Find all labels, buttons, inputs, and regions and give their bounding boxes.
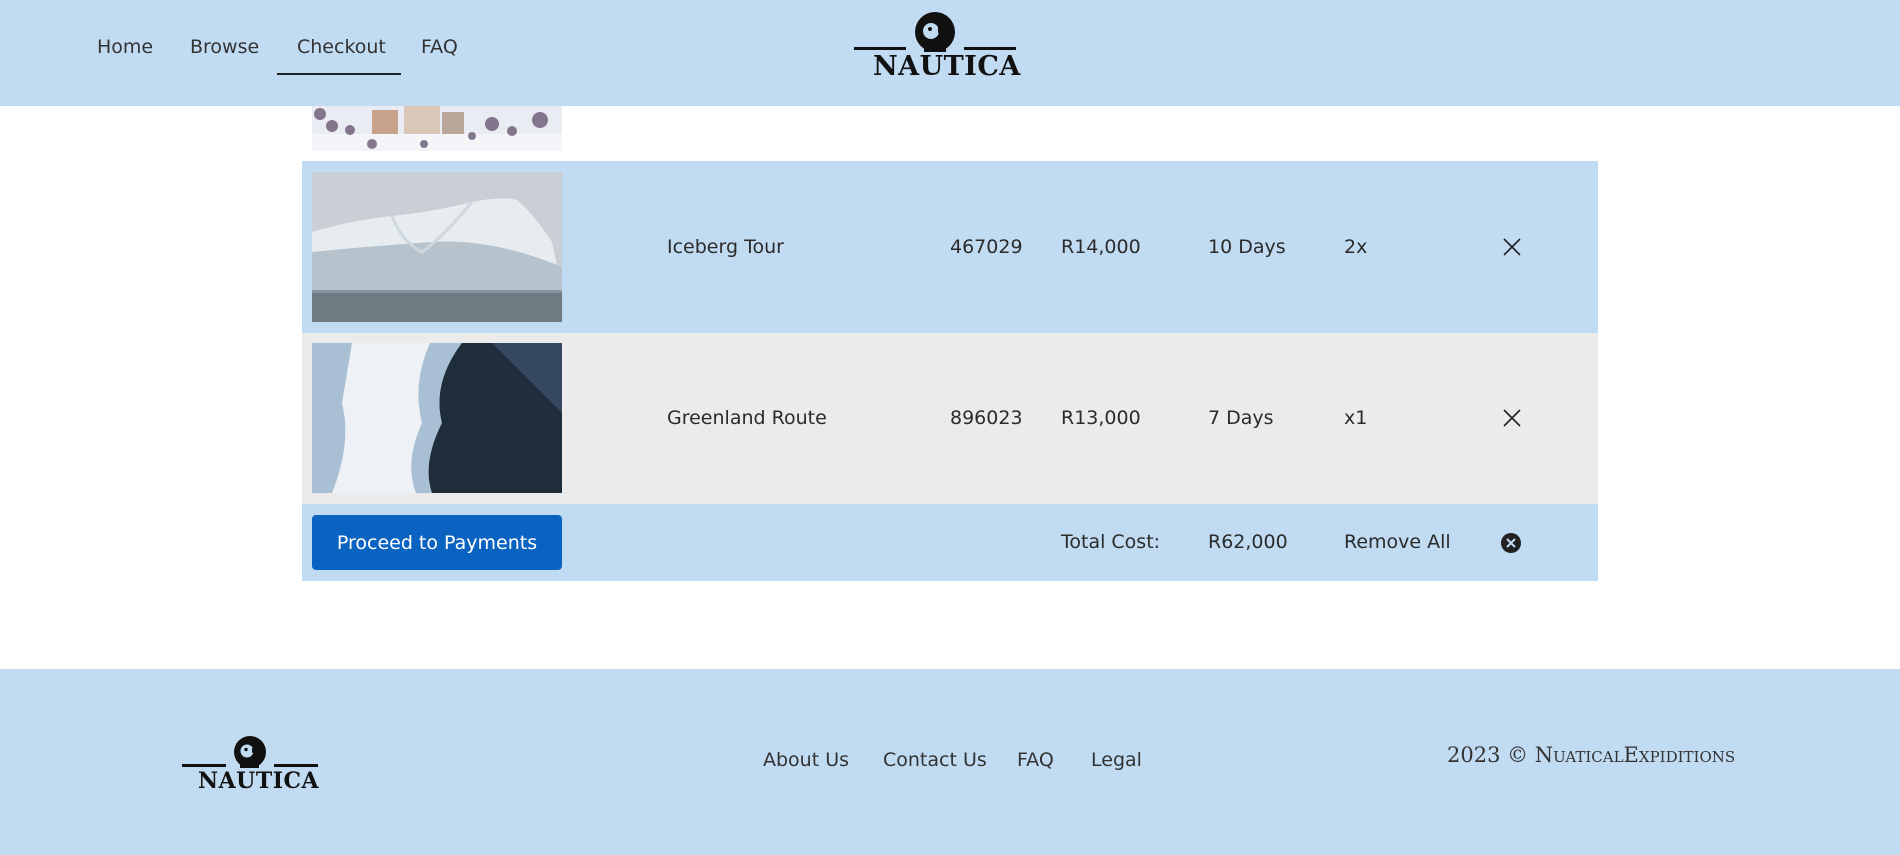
item-code: 896023 — [950, 407, 1023, 429]
cart-summary-row: Proceed to Payments Total Cost: R62,000 … — [302, 504, 1598, 581]
town-photo — [312, 106, 562, 151]
cart-row: Greenland Route 896023 R13,000 7 Days x1 — [302, 333, 1598, 504]
proceed-to-payments-button[interactable]: Proceed to Payments — [312, 515, 562, 570]
footer-logo-text: NAUTICA — [198, 768, 320, 794]
cart-row-partial — [302, 106, 1598, 162]
total-cost-value: R62,000 — [1208, 531, 1288, 553]
remove-item-icon[interactable] — [1501, 407, 1523, 429]
item-code: 467029 — [950, 236, 1023, 258]
nav-faq[interactable]: FAQ — [421, 36, 458, 58]
item-price: R14,000 — [1061, 236, 1141, 258]
remove-item-icon[interactable] — [1501, 236, 1523, 258]
item-name: Greenland Route — [667, 407, 827, 429]
nav-home[interactable]: Home — [97, 36, 153, 58]
item-quantity[interactable]: x1 — [1344, 407, 1367, 429]
footer-logo[interactable]: NAUTICA — [182, 734, 320, 796]
footer-link-about-us[interactable]: About Us — [763, 749, 849, 771]
total-cost-label: Total Cost: — [1061, 531, 1161, 553]
header-logo-text: NAUTICA — [873, 51, 1021, 82]
remove-all-label[interactable]: Remove All — [1344, 531, 1451, 553]
item-duration: 7 Days — [1208, 407, 1274, 429]
black-sand-coast-photo — [312, 343, 562, 493]
item-name: Iceberg Tour — [667, 236, 784, 258]
item-quantity[interactable]: 2x — [1344, 236, 1367, 258]
footer-link-faq[interactable]: FAQ — [1017, 749, 1054, 771]
active-nav-indicator — [277, 73, 401, 75]
item-duration: 10 Days — [1208, 236, 1286, 258]
item-price: R13,000 — [1061, 407, 1141, 429]
footer-link-contact-us[interactable]: Contact Us — [883, 749, 987, 771]
header-logo[interactable]: NAUTICA — [854, 10, 1020, 85]
cart-row: Iceberg Tour 467029 R14,000 10 Days 2x — [302, 161, 1598, 333]
iceberg-photo — [312, 172, 562, 322]
site-footer: NAUTICA About Us Contact Us FAQ Legal 20… — [0, 669, 1900, 855]
copyright-text: 2023 © NuaticalExpiditions — [1447, 743, 1736, 767]
remove-all-icon[interactable] — [1500, 532, 1522, 554]
site-header: Home Browse Checkout FAQ NAUTICA — [0, 0, 1900, 106]
nav-checkout[interactable]: Checkout — [297, 36, 386, 58]
footer-link-legal[interactable]: Legal — [1091, 749, 1142, 771]
nav-browse[interactable]: Browse — [190, 36, 259, 58]
